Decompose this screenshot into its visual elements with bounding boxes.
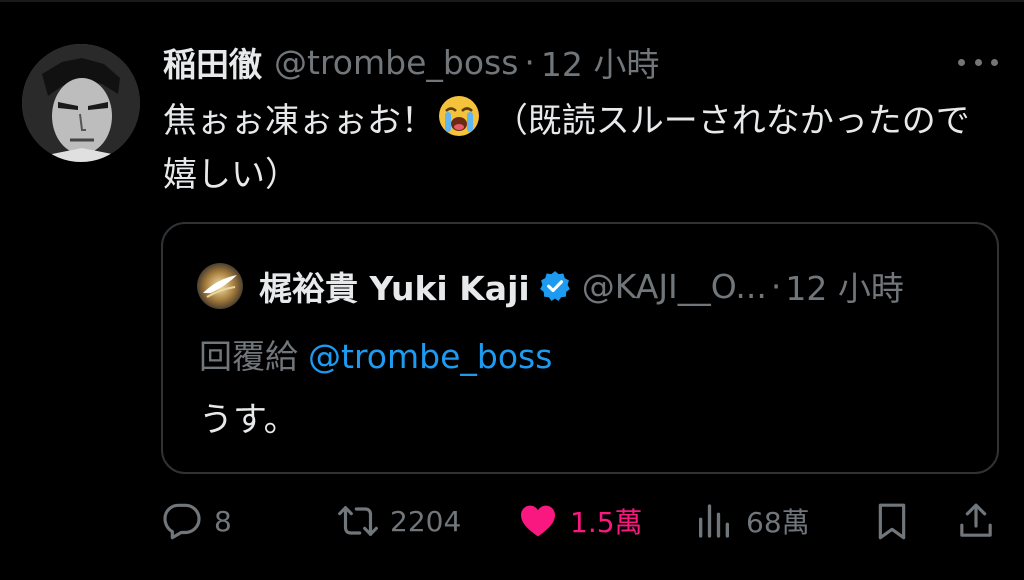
quote-header: 梶裕貴 Yuki Kaji @KAJI__O... · 12 小時	[197, 262, 904, 310]
like-button[interactable]: 1.5萬	[518, 494, 643, 548]
more-icon[interactable]	[958, 44, 998, 80]
tweet-text-part1: 焦ぉぉ凍ぉぉお！	[163, 101, 435, 141]
author-name[interactable]: 稲田徹	[163, 38, 262, 86]
share-icon	[960, 503, 992, 537]
like-count: 1.5萬	[570, 506, 643, 539]
retweet-icon	[338, 506, 378, 536]
quote-reply-context: 回覆給 @trombe_boss	[199, 330, 552, 378]
views-count: 68萬	[746, 506, 810, 539]
tweet-actions: 8 2204 1.5萬 68萬	[162, 494, 1002, 548]
views-icon	[699, 504, 729, 538]
quote-timestamp[interactable]: 12 小時	[785, 262, 903, 310]
bookmark-icon	[878, 503, 906, 540]
tweet-timestamp[interactable]: 12 小時	[541, 38, 659, 86]
quoted-tweet[interactable]: 梶裕貴 Yuki Kaji @KAJI__O... · 12 小時 回覆給 @tr…	[161, 222, 999, 474]
quote-avatar-illustration	[203, 275, 237, 298]
header-separator: ·	[524, 42, 535, 82]
top-divider	[0, 0, 1024, 2]
tweet-header: 稲田徹 @trombe_boss · 12 小時	[163, 38, 659, 86]
author-handle[interactable]: @trombe_boss	[274, 43, 518, 82]
views-button[interactable]: 68萬	[694, 494, 810, 548]
quote-author-name[interactable]: 梶裕貴 Yuki Kaji	[259, 262, 530, 310]
author-avatar[interactable]	[22, 44, 140, 162]
quote-author-avatar[interactable]	[197, 263, 243, 309]
share-button[interactable]	[956, 494, 1008, 548]
reply-count: 8	[214, 504, 232, 538]
verified-badge-icon[interactable]	[538, 269, 572, 303]
tweet-text: 焦ぉぉ凍ぉぉお！ （既読スルーされなかったので嬉しい）	[163, 94, 983, 202]
reply-button[interactable]: 8	[162, 494, 232, 548]
avatar-illustration	[22, 44, 140, 162]
reply-prefix: 回覆給	[199, 337, 298, 376]
like-icon	[521, 505, 555, 537]
reply-icon	[163, 503, 201, 540]
retweet-count: 2204	[390, 504, 462, 538]
loudly-crying-face-icon	[439, 96, 479, 136]
retweet-button[interactable]: 2204	[338, 494, 461, 548]
quote-author-handle[interactable]: @KAJI__O...	[582, 267, 767, 306]
quote-header-separator: ·	[770, 266, 782, 306]
reply-mention-link[interactable]: @trombe_boss	[308, 337, 552, 376]
bookmark-button[interactable]	[872, 494, 924, 548]
quote-text: うす。	[199, 400, 298, 440]
